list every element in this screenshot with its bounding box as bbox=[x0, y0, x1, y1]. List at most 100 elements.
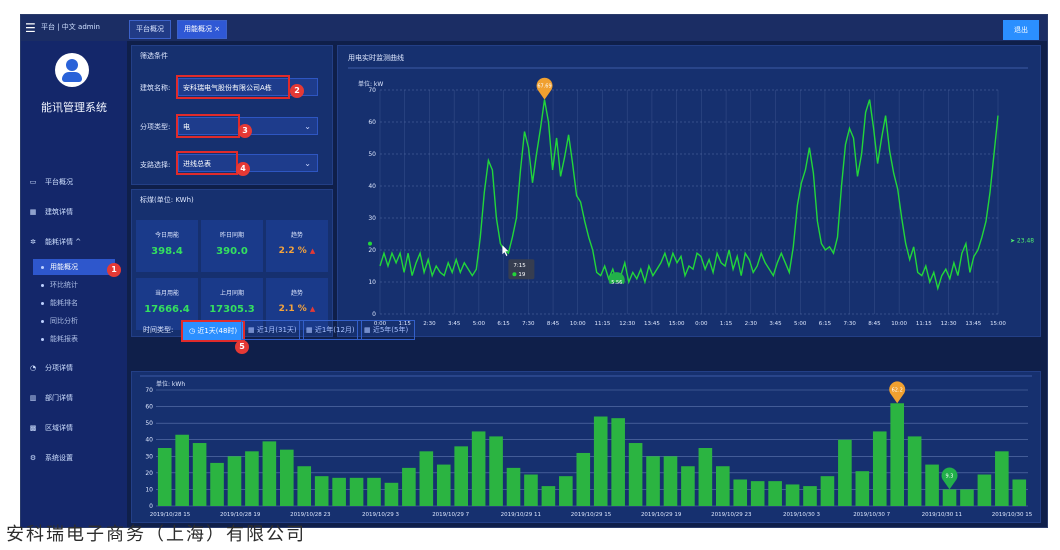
x-tick-label: 13:45 bbox=[965, 321, 981, 327]
x-tick-label: 3:45 bbox=[769, 321, 782, 327]
line-chart: 用电实时监测曲线单位: kW0102030405060700:00 1:15 2:3… bbox=[348, 53, 1034, 327]
tooltip-value: 19 bbox=[518, 272, 525, 278]
x-tick-label: 1:15 bbox=[720, 321, 733, 327]
arrow-up-icon: ▲ bbox=[309, 305, 316, 313]
sidebar-item-report[interactable]: 能耗报表 bbox=[41, 331, 121, 347]
bar bbox=[995, 451, 1009, 506]
bar bbox=[733, 479, 748, 506]
bar bbox=[314, 476, 329, 506]
monitor-icon: ▭ bbox=[29, 178, 37, 186]
x-tick-label: 10:00 bbox=[570, 321, 586, 327]
x-tick-label: 7:30 bbox=[844, 321, 857, 327]
tab-platform-overview[interactable]: 平台概况 bbox=[129, 20, 171, 39]
bar bbox=[349, 477, 364, 506]
y-tick-label: 60 bbox=[368, 119, 376, 126]
bar bbox=[279, 449, 294, 506]
bar bbox=[367, 477, 381, 506]
bar-x-label: 2019/10/29 7 bbox=[432, 512, 469, 518]
highlight-box-3 bbox=[176, 114, 240, 138]
range-1year-button[interactable]: ▦ 近1年(12月) bbox=[299, 320, 362, 340]
x-tick-label: 5:00 bbox=[473, 321, 486, 327]
marker-4: 4 bbox=[236, 162, 250, 176]
bar bbox=[541, 486, 556, 506]
bar bbox=[628, 443, 643, 506]
bar bbox=[681, 466, 695, 506]
bar-x-label: 2019/10/29 3 bbox=[362, 512, 399, 518]
chevron-down-icon: ⌄ bbox=[304, 122, 311, 131]
logout-button[interactable]: 退出 bbox=[1003, 20, 1039, 40]
filter-title: 筛选条件 bbox=[140, 52, 168, 60]
hamburger-icon[interactable]: ☰ bbox=[25, 21, 36, 35]
bar-x-label: 2019/10/28 19 bbox=[220, 512, 261, 518]
bar-y-tick: 40 bbox=[145, 437, 153, 444]
network-icon: ✲ bbox=[30, 238, 36, 246]
y-tick-label: 10 bbox=[368, 279, 376, 286]
bar bbox=[925, 464, 939, 506]
bar bbox=[890, 403, 905, 506]
x-tick-label: 11:15 bbox=[595, 321, 611, 327]
bar bbox=[576, 452, 591, 506]
bar bbox=[436, 464, 451, 506]
bar-chart-panel: 单位: kWh 0 10 20 30 40 50 60 70 2019/10/28 15 2019/… bbox=[131, 371, 1041, 523]
user-info[interactable]: 平台 | 中文 admin bbox=[41, 22, 100, 32]
calendar-icon: ▦ bbox=[248, 326, 257, 334]
bar bbox=[559, 476, 573, 506]
top-bar: ☰ 平台 | 中文 admin 平台概况 用能概况 × 退出 bbox=[21, 15, 1047, 41]
chart-title: 用电实时监测曲线 bbox=[348, 53, 404, 62]
x-tick-label: 11:15 bbox=[916, 321, 932, 327]
sidebar-item-platform[interactable]: ▭ 平台概况 bbox=[27, 173, 121, 191]
app-frame: ☰ 平台 | 中文 admin 平台概况 用能概况 × 退出 能讯管理系统 ▭ 平… bbox=[20, 14, 1048, 528]
sidebar-item-settings[interactable]: ⚙ 系统设置 bbox=[27, 449, 121, 467]
sidebar-item-ratio[interactable]: 环比统计 bbox=[41, 277, 121, 293]
x-tick-label: 3:45 bbox=[448, 321, 461, 327]
range-5year-button[interactable]: ▦ 近5年(5年) bbox=[357, 320, 416, 340]
sidebar-item-usage-overview[interactable]: 用能概况 bbox=[33, 259, 115, 275]
calendar-icon: ▦ bbox=[306, 326, 315, 334]
bar-y-tick: 0 bbox=[149, 503, 153, 510]
marker-1: 1 bbox=[107, 263, 121, 277]
stat-today: 今日用能 398.4 bbox=[136, 220, 198, 272]
line-chart-panel: 用电实时监测曲线 单位: kW 0 10 20 30 40 50 60 70 0:00 1:15 2:3… bbox=[337, 45, 1041, 337]
sidebar-item-yoy[interactable]: 同比分析 bbox=[41, 313, 121, 329]
bar bbox=[715, 466, 730, 506]
min-label: 5.56 bbox=[611, 280, 622, 286]
x-tick-label: 13:45 bbox=[644, 321, 660, 327]
sidebar-item-department[interactable]: ▥ 部门详情 bbox=[27, 389, 121, 407]
stat-trend-day: 趋势 2.2 % ▲ bbox=[266, 220, 328, 272]
bar bbox=[960, 489, 974, 506]
end-value-label: ➤ 23.48 bbox=[1010, 237, 1034, 244]
bar-x-label: 2019/10/30 11 bbox=[922, 512, 962, 518]
x-tick-label: 8:45 bbox=[547, 321, 560, 327]
highlight-box-2 bbox=[176, 75, 290, 99]
tooltip-time: 7:15 bbox=[513, 263, 526, 269]
marker-5: 5 bbox=[235, 340, 249, 354]
sidebar-item-energy[interactable]: ✲ 能耗详情 ^ bbox=[27, 233, 121, 251]
y-tick-label: 40 bbox=[368, 183, 376, 190]
x-tick-label: 10:00 bbox=[891, 321, 907, 327]
tab-energy-overview[interactable]: 用能概况 × bbox=[177, 20, 228, 39]
bar bbox=[332, 477, 346, 506]
sidebar-item-category[interactable]: ◔ 分项详情 bbox=[27, 359, 121, 377]
filter-panel: 筛选条件 建筑名称: 安科瑞电气股份有限公司A栋 2 分项类型: 电 ⌄ 3 支路… bbox=[131, 45, 333, 185]
bar-chart: 单位: kWh 0 10 20 30 40 50 60 70 2019/10/28 15 2019/… bbox=[140, 375, 1033, 518]
bar-y-tick: 10 bbox=[145, 486, 153, 493]
sidebar-item-ranking[interactable]: 能耗排名 bbox=[41, 295, 121, 311]
bar bbox=[384, 482, 399, 506]
x-tick-label: 2:30 bbox=[423, 321, 436, 327]
bar-x-label: 2019/10/29 15 bbox=[571, 512, 612, 518]
bar bbox=[157, 448, 172, 506]
mouse-cursor-icon bbox=[502, 245, 509, 257]
bar bbox=[977, 474, 992, 506]
bar-x-label: 2019/10/29 19 bbox=[641, 512, 682, 518]
sidebar: 能讯管理系统 ▭ 平台概况 ▦ 建筑详情 ✲ 能耗详情 ^ 用能概况 环比统计 能耗排… bbox=[21, 41, 127, 527]
y-tick-label: 50 bbox=[368, 151, 376, 158]
sidebar-item-region[interactable]: ▩ 区域详情 bbox=[27, 419, 121, 437]
bar bbox=[471, 431, 486, 506]
range-1month-button[interactable]: ▦ 近1月(31天) bbox=[241, 320, 304, 340]
x-tick-label: 5:00 bbox=[794, 321, 807, 327]
range-1day-button[interactable]: ◷ 近1天(48时) bbox=[181, 320, 246, 342]
x-tick-label: 0:00 bbox=[695, 321, 708, 327]
settings-icon: ⚙ bbox=[29, 454, 37, 462]
sidebar-item-building[interactable]: ▦ 建筑详情 bbox=[27, 203, 121, 221]
bar bbox=[524, 474, 538, 506]
